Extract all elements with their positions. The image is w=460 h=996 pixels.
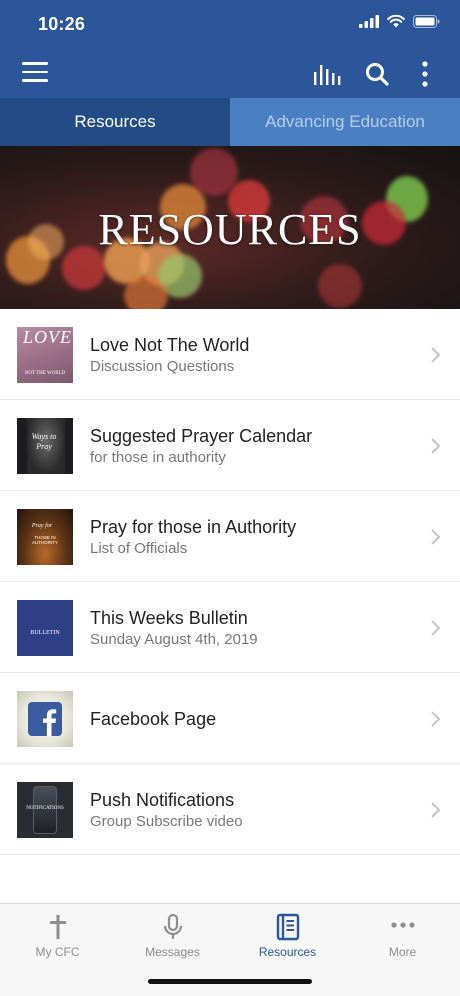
search-icon[interactable] <box>364 60 390 88</box>
item-title: Push Notifications <box>90 790 235 810</box>
list-item-this-weeks-bulletin[interactable]: BULLETIN This Weeks Bulletin Sunday Augu… <box>0 582 460 673</box>
book-icon <box>276 913 300 941</box>
chevron-right-icon <box>431 347 441 363</box>
item-title: Pray for those in Authority <box>90 517 297 537</box>
thumbnail-text: NOT THE WORLD <box>24 371 66 376</box>
nav-label: My CFC <box>35 945 80 959</box>
item-text: Pray for those in Authority List of Offi… <box>90 516 296 559</box>
item-title: Love Not The World <box>90 335 250 355</box>
thumbnail-image: LOVE NOT THE WORLD <box>17 327 73 383</box>
facebook-icon <box>28 702 62 736</box>
chevron-right-icon <box>431 529 441 545</box>
thumbnail-text: LOVE <box>23 327 72 347</box>
tab-advancing-education[interactable]: Advancing Education <box>230 98 460 146</box>
cellular-signal-icon <box>359 15 379 28</box>
hero-title: RESOURCES <box>98 205 362 254</box>
thumbnail-image: Ways to Pray <box>17 418 73 474</box>
list-item-push-notifications[interactable]: NOTIFICATIONS Push Notifications Group S… <box>0 764 460 855</box>
microphone-icon <box>163 913 183 939</box>
list-item-pray-for-those-in-authority[interactable]: Pray for THOSE IN AUTHORITY Pray for tho… <box>0 491 460 582</box>
thumbnail-text: THOSE IN AUTHORITY <box>31 535 58 545</box>
item-subtitle: Sunday August 4th, 2019 <box>90 631 258 648</box>
thumbnail-text: BULLETIN <box>30 630 60 636</box>
item-subtitle: List of Officials <box>90 540 188 557</box>
bar-chart-icon[interactable] <box>312 60 342 88</box>
tab-bar: Resources Advancing Education <box>0 98 460 146</box>
nav-label: More <box>388 945 417 959</box>
battery-icon <box>413 15 440 28</box>
more-horizontal-icon <box>391 922 415 928</box>
tab-label: Resources <box>74 112 156 131</box>
item-text: Facebook Page <box>90 708 216 730</box>
chevron-right-icon <box>431 802 441 818</box>
item-title: This Weeks Bulletin <box>90 608 248 628</box>
cross-icon <box>50 915 66 939</box>
item-text: This Weeks Bulletin Sunday August 4th, 2… <box>90 607 258 650</box>
hamburger-menu-icon[interactable] <box>22 62 48 86</box>
thumbnail-image <box>17 691 73 747</box>
resource-list: LOVE NOT THE WORLD Love Not The World Di… <box>0 309 460 855</box>
thumbnail-image: NOTIFICATIONS <box>17 782 73 838</box>
bokeh-light <box>318 264 362 308</box>
nav-my-cfc[interactable]: My CFC <box>0 904 115 974</box>
item-text: Push Notifications Group Subscribe video <box>90 789 243 832</box>
list-item-love-not-the-world[interactable]: LOVE NOT THE WORLD Love Not The World Di… <box>0 309 460 400</box>
thumbnail-text: NOTIFICATIONS <box>26 806 64 811</box>
item-subtitle: Discussion Questions <box>90 358 235 375</box>
tab-label: Advancing Education <box>265 112 425 131</box>
thumbnail-text: Pray for <box>31 523 53 529</box>
item-subtitle: for those in authority <box>90 449 226 466</box>
wifi-icon <box>387 15 405 28</box>
status-bar: 10:26 <box>0 0 460 50</box>
nav-label: Messages <box>145 945 200 959</box>
thumbnail-image: Pray for THOSE IN AUTHORITY <box>17 509 73 565</box>
list-item-facebook-page[interactable]: Facebook Page <box>0 673 460 764</box>
item-subtitle: Group Subscribe video <box>90 813 243 830</box>
nav-messages[interactable]: Messages <box>115 904 230 974</box>
thumbnail-text: Ways to Pray <box>31 432 57 451</box>
home-indicator[interactable] <box>148 979 312 984</box>
thumbnail-image: BULLETIN <box>17 600 73 656</box>
status-time: 10:26 <box>38 14 86 34</box>
hero-banner: RESOURCES <box>0 146 460 309</box>
item-title: Facebook Page <box>90 709 217 729</box>
more-vertical-icon[interactable] <box>416 60 434 88</box>
chevron-right-icon <box>431 620 441 636</box>
status-icons <box>359 15 440 28</box>
item-title: Suggested Prayer Calendar <box>90 426 313 446</box>
nav-label: Resources <box>258 945 317 959</box>
list-item-suggested-prayer-calendar[interactable]: Ways to Pray Suggested Prayer Calendar f… <box>0 400 460 491</box>
chevron-right-icon <box>431 711 441 727</box>
bokeh-light <box>124 276 168 309</box>
nav-resources[interactable]: Resources <box>230 904 345 974</box>
app-bar <box>0 50 460 98</box>
item-text: Suggested Prayer Calendar for those in a… <box>90 425 312 468</box>
item-text: Love Not The World Discussion Questions <box>90 334 249 377</box>
nav-more[interactable]: More <box>345 904 460 974</box>
chevron-right-icon <box>431 438 441 454</box>
tab-resources[interactable]: Resources <box>0 98 230 146</box>
